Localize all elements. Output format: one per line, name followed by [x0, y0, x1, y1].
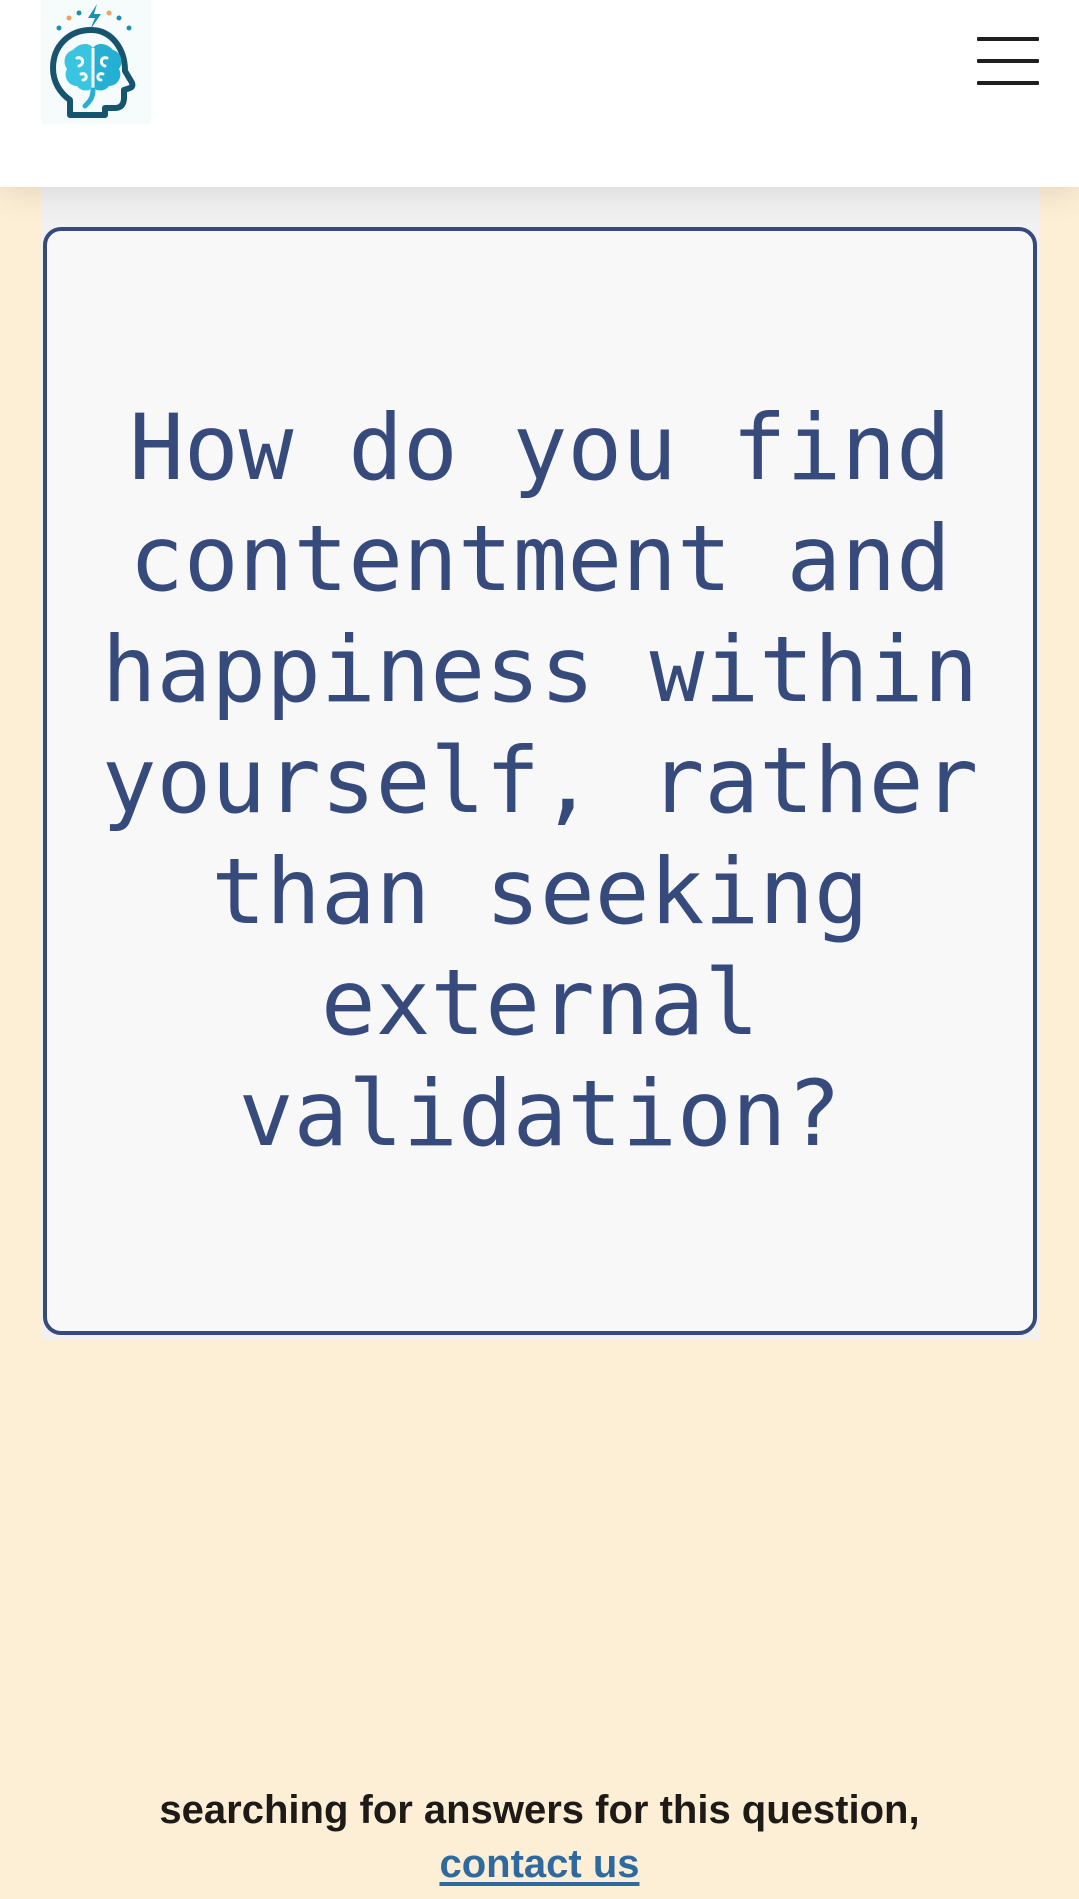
site-logo[interactable]: [41, 0, 151, 124]
contact-us-link[interactable]: contact us: [439, 1842, 639, 1886]
site-header: [0, 0, 1079, 187]
contact-link-wrapper: contact us: [0, 1838, 1079, 1890]
question-text: How do you find contentment and happines…: [101, 395, 979, 1167]
hamburger-menu-button[interactable]: [975, 33, 1041, 89]
footer-prompt: searching for answers for this question,: [159, 1788, 920, 1832]
brain-head-icon: [50, 4, 136, 118]
question-card: How do you find contentment and happines…: [43, 227, 1037, 1335]
